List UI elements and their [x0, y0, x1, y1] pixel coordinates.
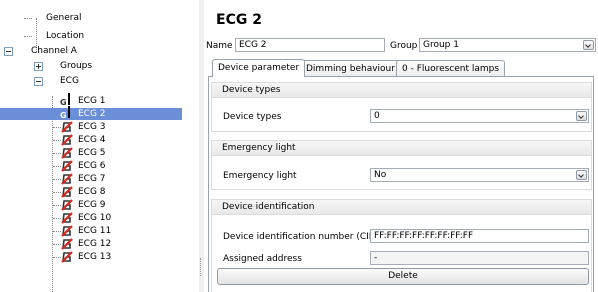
ecg-device-icon [61, 199, 73, 211]
tree-item-label: ECG 2 [78, 109, 106, 119]
tree-item-label: ECG 13 [78, 252, 112, 262]
tree-item-label: ECG 1 [78, 96, 106, 106]
cin-label: Device identification number (CIN) [223, 232, 380, 242]
tree-item-ecg-12[interactable]: ECG 12 [0, 238, 182, 250]
chevron-down-icon[interactable] [576, 111, 587, 121]
tree-item-ecg-9[interactable]: ECG 9 [0, 199, 182, 211]
section-header: Device identification [212, 200, 591, 215]
group-marker-icon: G [60, 93, 74, 107]
tree-item-ecg-1[interactable]: G ECG 1 [0, 93, 182, 107]
ecg-device-icon [61, 251, 73, 263]
expand-icon[interactable] [34, 62, 43, 71]
device-types-select[interactable]: 0 [370, 109, 589, 123]
tab-fluorescent-lamps[interactable]: 0 - Fluorescent lamps [396, 60, 506, 77]
tree-item-ecg-2[interactable]: G ECG 2 [0, 106, 182, 120]
grip-icon [200, 258, 203, 276]
ecg-device-icon [61, 173, 73, 185]
tree-item-ecg-10[interactable]: ECG 10 [0, 212, 182, 224]
tree-line [53, 218, 61, 219]
properties-panel: ECG 2 Name ECG 2 Group Group 1 Device pa… [204, 0, 598, 292]
tree-item-label: ECG 10 [78, 213, 112, 223]
ecg-device-icon [61, 212, 73, 224]
device-types-section: Device types Device types 0 [211, 82, 592, 132]
tree-item-location[interactable]: Location [0, 30, 182, 42]
group-label: Group [390, 41, 418, 51]
tree-line [53, 166, 61, 167]
emergency-light-value: No [374, 170, 387, 180]
tree-item-label: ECG 7 [78, 174, 106, 184]
tree-line [53, 192, 61, 193]
section-header: Emergency light [212, 141, 591, 156]
device-types-label: Device types [223, 112, 282, 122]
tree-item-label: ECG 11 [78, 226, 112, 236]
ecg-device-icon [61, 160, 73, 172]
tree-line [53, 140, 61, 141]
tree-item-label: ECG 6 [78, 161, 106, 171]
tree-item-general[interactable]: General [0, 12, 182, 24]
tree-item-ecg-3[interactable]: ECG 3 [0, 121, 182, 133]
tree-item-label: ECG 3 [78, 122, 106, 132]
tree-item-ecg[interactable]: ECG [0, 75, 182, 87]
section-header: Device types [212, 83, 591, 98]
collapse-icon[interactable] [4, 47, 13, 56]
assigned-address-label: Assigned address [223, 254, 302, 264]
tree-item-channel-a[interactable]: Channel A [0, 45, 182, 57]
tree-item-ecg-6[interactable]: ECG 6 [0, 160, 182, 172]
ecg-device-icon [61, 225, 73, 237]
cin-field[interactable]: FF:FF:FF:FF:FF:FF:FF:FF [370, 229, 589, 243]
tab-dimming-behaviour[interactable]: Dimming behaviour [300, 60, 401, 77]
tree-line [53, 205, 61, 206]
tree-line [53, 153, 61, 154]
tree-item-label: ECG 8 [78, 187, 106, 197]
tab-device-parameter[interactable]: Device parameter [212, 59, 306, 77]
collapse-icon[interactable] [34, 77, 43, 86]
emergency-light-select[interactable]: No [370, 168, 589, 182]
device-types-value: 0 [374, 111, 380, 121]
tree-item-label: Channel A [31, 46, 77, 56]
tree-item-label: ECG 12 [78, 239, 112, 249]
tree-item-ecg-13[interactable]: ECG 13 [0, 251, 182, 263]
ecg-device-icon [61, 238, 73, 250]
emergency-light-section: Emergency light Emergency light No [211, 140, 592, 190]
tree-line [53, 179, 61, 180]
page-title: ECG 2 [216, 12, 262, 28]
tree-item-label: Groups [60, 61, 93, 71]
tree-line [53, 127, 61, 128]
group-marker-letter: G [60, 98, 67, 107]
ecg-device-icon [61, 134, 73, 146]
tree-item-label: General [46, 13, 82, 23]
chevron-down-icon[interactable] [583, 40, 594, 50]
tree-item-label: ECG 4 [78, 135, 106, 145]
device-tree[interactable]: General Location Channel A Groups ECG G … [0, 0, 182, 292]
ecg-device-icon [61, 147, 73, 159]
tree-item-ecg-11[interactable]: ECG 11 [0, 225, 182, 237]
tree-item-label: ECG 9 [78, 200, 106, 210]
tree-item-ecg-7[interactable]: ECG 7 [0, 173, 182, 185]
ecg-device-icon [61, 186, 73, 198]
tree-line [53, 257, 61, 258]
tree-item-label: ECG [60, 76, 79, 86]
group-marker-letter: G [60, 111, 67, 120]
assigned-address-field: - [370, 251, 589, 265]
tree-item-label: ECG 5 [78, 148, 106, 158]
tree-item-ecg-8[interactable]: ECG 8 [0, 186, 182, 198]
ecg-device-icon [61, 121, 73, 133]
group-marker-icon: G [60, 106, 74, 120]
tree-item-label: Location [46, 31, 85, 41]
emergency-light-label: Emergency light [223, 171, 297, 181]
group-select[interactable]: Group 1 [419, 38, 596, 52]
tree-item-ecg-5[interactable]: ECG 5 [0, 147, 182, 159]
tree-line [53, 244, 61, 245]
group-select-value: Group 1 [423, 40, 459, 50]
chevron-down-icon[interactable] [576, 170, 587, 180]
tree-item-groups[interactable]: Groups [0, 60, 182, 72]
delete-button[interactable]: Delete [217, 268, 589, 285]
name-field[interactable]: ECG 2 [235, 38, 385, 52]
name-label: Name [206, 41, 233, 51]
tree-line [53, 231, 61, 232]
tree-item-ecg-4[interactable]: ECG 4 [0, 134, 182, 146]
